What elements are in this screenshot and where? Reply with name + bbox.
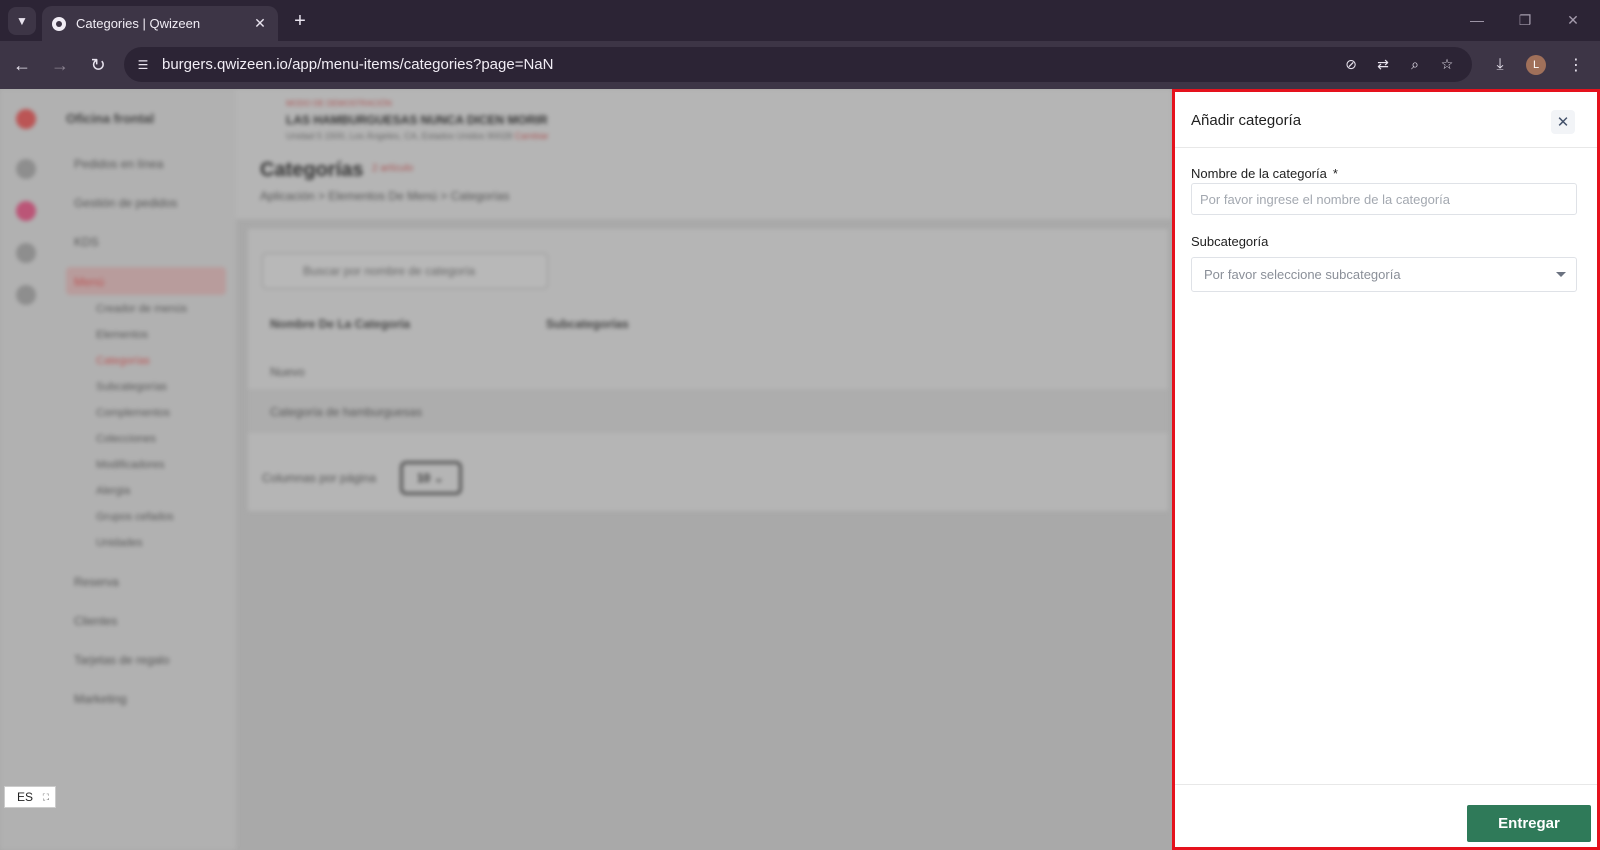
minimize-icon[interactable]: — — [1462, 8, 1492, 32]
sidebar-item: Marketing — [74, 692, 127, 706]
page-header: MODO DE DEMOSTRACIÓN LAS HAMBURGUESAS NU… — [236, 89, 1172, 219]
drawer-header: Añadir categoría ✕ — [1175, 92, 1597, 148]
browser-toolbar: ← → ↻ ☰ burgers.qwizeen.io/app/menu-item… — [0, 41, 1600, 89]
location-off-icon[interactable]: ⊘ — [1340, 54, 1362, 76]
categories-table-card: Buscar por nombre de categoría Nombre De… — [248, 229, 1168, 511]
reload-icon[interactable]: ↻ — [84, 51, 112, 79]
restaurant-name: LAS HAMBURGUESAS NUNCA DICEN MORIR — [286, 113, 548, 127]
add-category-drawer: Añadir categoría ✕ Nombre de la categorí… — [1172, 89, 1600, 850]
site-settings-icon[interactable]: ☰ — [132, 54, 154, 76]
rail-icon-alerts — [16, 243, 36, 263]
icon-rail — [0, 89, 52, 850]
sidebar-sub-item: Alergia — [96, 485, 131, 497]
sidebar-item: Tarjetas de regalo — [74, 653, 170, 667]
new-tab-plus-icon[interactable]: + — [288, 9, 312, 33]
subcategory-select[interactable]: Por favor seleccione subcategoría — [1191, 257, 1577, 292]
sidebar-sub-item: Elementos — [96, 329, 148, 341]
window-close-icon[interactable]: ✕ — [1558, 8, 1588, 32]
language-switcher[interactable]: ES ⛶ — [4, 786, 56, 808]
rows-per-page-label: Columnas por página — [262, 471, 377, 485]
submit-button[interactable]: Entregar — [1467, 805, 1591, 842]
sidebar-item: KDS — [74, 235, 99, 249]
sidebar-sub-item: Colecciones — [96, 433, 156, 445]
tab-search-chevron-icon[interactable]: ▼ — [8, 7, 36, 35]
profile-avatar[interactable]: L — [1526, 55, 1546, 75]
sidebar-sub-item: Creador de menús — [96, 303, 188, 315]
breadcrumb: Aplicación > Elementos De Menú > Categor… — [260, 189, 510, 203]
browser-menu-icon[interactable]: ⋮ — [1566, 51, 1586, 79]
restaurant-address: Unidad 5 1500, Los Ángeles, CA, Estados … — [286, 131, 549, 141]
address-bar[interactable]: ☰ burgers.qwizeen.io/app/menu-items/cate… — [124, 47, 1472, 82]
translate-icon[interactable]: ⇄ — [1372, 54, 1394, 76]
subcategory-label: Subcategoría — [1191, 234, 1269, 249]
bookmark-star-icon[interactable]: ☆ — [1436, 54, 1458, 76]
rows-per-page-select: 10 ⌄ — [400, 461, 462, 495]
page-title: Categorías — [260, 159, 364, 181]
rail-icon-settings — [16, 285, 36, 305]
download-icon[interactable]: ⤓ — [1488, 51, 1512, 79]
restore-icon[interactable]: ❐ — [1510, 8, 1540, 32]
sidebar-brand: Oficina frontal — [66, 111, 155, 126]
back-arrow-icon[interactable]: ← — [8, 51, 36, 79]
category-name-label: Nombre de la categoría * — [1191, 166, 1338, 181]
sidebar-item: Pedidos en línea — [74, 157, 164, 171]
sidebar-sub-item: Modificadores — [96, 459, 165, 471]
logo-icon — [16, 109, 36, 129]
language-code: ES — [17, 790, 34, 804]
demo-tag: MODO DE DEMOSTRACIÓN — [286, 99, 392, 108]
sidebar-sub-item: Subcategorías — [96, 381, 167, 393]
table-row: Nuevo — [270, 365, 305, 379]
drawer-footer-divider — [1175, 784, 1597, 785]
forward-arrow-icon[interactable]: → — [46, 51, 74, 79]
browser-tabbar: ▼ Categories | Qwizeen ✕ + — ❐ ✕ — [0, 0, 1600, 41]
subcategory-placeholder: Por favor seleccione subcategoría — [1204, 267, 1401, 282]
sidebar-item: Reserva — [74, 575, 119, 589]
table-row: Categoría de hamburguesas — [270, 405, 423, 419]
sidebar-item: Menú — [74, 275, 105, 289]
sidebar-sub-item: Grupos cefados — [96, 511, 174, 523]
tab-title: Categories | Qwizeen — [76, 16, 201, 31]
qwizeen-favicon-icon — [52, 16, 66, 31]
required-mark: * — [1332, 166, 1338, 181]
close-icon[interactable]: ✕ — [1551, 110, 1575, 134]
drawer-title: Añadir categoría — [1191, 112, 1302, 129]
browser-tab[interactable]: Categories | Qwizeen ✕ — [42, 6, 278, 41]
column-header-sub: Subcategorías — [546, 317, 629, 331]
expand-icon: ⛶ — [42, 791, 49, 802]
category-search: Buscar por nombre de categoría — [262, 253, 548, 289]
category-name-input[interactable] — [1191, 183, 1577, 215]
sidebar: Oficina frontal Pedidos en línea Gestión… — [52, 89, 236, 850]
count-badge: 2 artículo — [372, 163, 414, 174]
sidebar-sub-item: Complementos — [96, 407, 170, 419]
sidebar-sub-item: Unidades — [96, 537, 143, 549]
sidebar-item: Gestión de pedidos — [74, 196, 178, 210]
app-background-overlay[interactable]: Oficina frontal Pedidos en línea Gestión… — [0, 89, 1172, 850]
sidebar-sub-item: Categorías — [96, 355, 150, 367]
column-header-name: Nombre De La Categoría — [270, 317, 411, 331]
sidebar-item: Clientes — [74, 614, 118, 628]
rail-icon-menu — [16, 201, 36, 221]
rail-icon-orders — [16, 159, 36, 179]
tab-close-icon[interactable]: ✕ — [252, 15, 268, 32]
zoom-icon[interactable]: ⌕ — [1404, 54, 1426, 76]
caret-down-icon — [1556, 272, 1566, 277]
url-text[interactable]: burgers.qwizeen.io/app/menu-items/catego… — [162, 56, 1340, 73]
